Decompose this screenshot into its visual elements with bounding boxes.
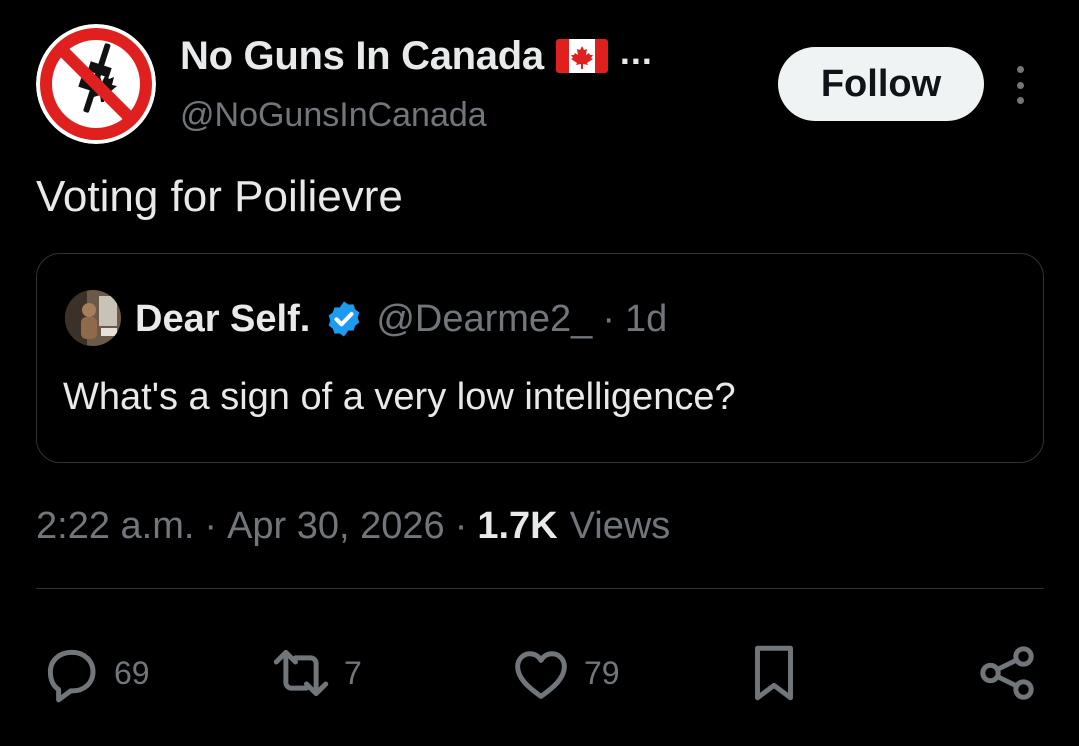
views-label: Views (569, 504, 671, 547)
tweet-time[interactable]: 2:22 a.m. (36, 505, 194, 548)
meta-separator: · (204, 504, 218, 547)
divider (36, 588, 1044, 589)
repost-count: 7 (344, 654, 362, 691)
repost-button[interactable]: 7 (268, 640, 362, 706)
bookmark-button[interactable] (746, 640, 802, 706)
views-count: 1.7K (477, 504, 558, 547)
flag-canada-icon (555, 39, 608, 73)
like-count: 79 (584, 654, 620, 691)
quoted-handle[interactable]: @Dearme2_ (376, 298, 592, 341)
quoted-display-name[interactable]: Dear Self. (135, 298, 310, 341)
repost-icon (273, 649, 329, 697)
heart-icon (515, 651, 567, 699)
reply-icon (47, 649, 96, 703)
quoted-tweet[interactable]: Dear Self. @Dearme2_ · 1d What's a sign … (36, 253, 1044, 463)
reply-count: 69 (114, 654, 150, 691)
more-vertical-icon[interactable] (1004, 62, 1036, 108)
tweet-date[interactable]: Apr 30, 2026 (227, 505, 445, 548)
quoted-name-row: Dear Self. @Dearme2_ · 1d (135, 294, 667, 344)
quoted-avatar-photo (65, 290, 121, 346)
like-button[interactable]: 79 (508, 640, 620, 706)
author-name-row: No Guns In Canada ... (180, 31, 653, 80)
verified-badge-icon (328, 301, 360, 337)
tweet-text: Voting for Poilievre (36, 172, 403, 221)
bookmark-icon (755, 645, 793, 701)
follow-button[interactable]: Follow (778, 47, 984, 121)
share-button[interactable] (974, 640, 1040, 706)
tweet-meta: 2:22 a.m. · Apr 30, 2026 · 1.7K Views (36, 500, 670, 552)
meta-separator: · (454, 504, 468, 547)
no-guns-sign-icon (36, 24, 156, 144)
author-display-name[interactable]: No Guns In Canada (180, 34, 544, 79)
quoted-avatar[interactable] (65, 290, 121, 346)
reply-button[interactable]: 69 (38, 640, 150, 706)
name-truncation: ... (619, 31, 653, 72)
share-icon (980, 646, 1034, 700)
quoted-timestamp[interactable]: 1d (625, 298, 667, 341)
author-handle[interactable]: @NoGunsInCanada (180, 96, 487, 135)
quoted-text: What's a sign of a very low intelligence… (63, 376, 736, 418)
author-avatar[interactable] (36, 24, 156, 144)
quoted-separator: · (602, 297, 615, 340)
